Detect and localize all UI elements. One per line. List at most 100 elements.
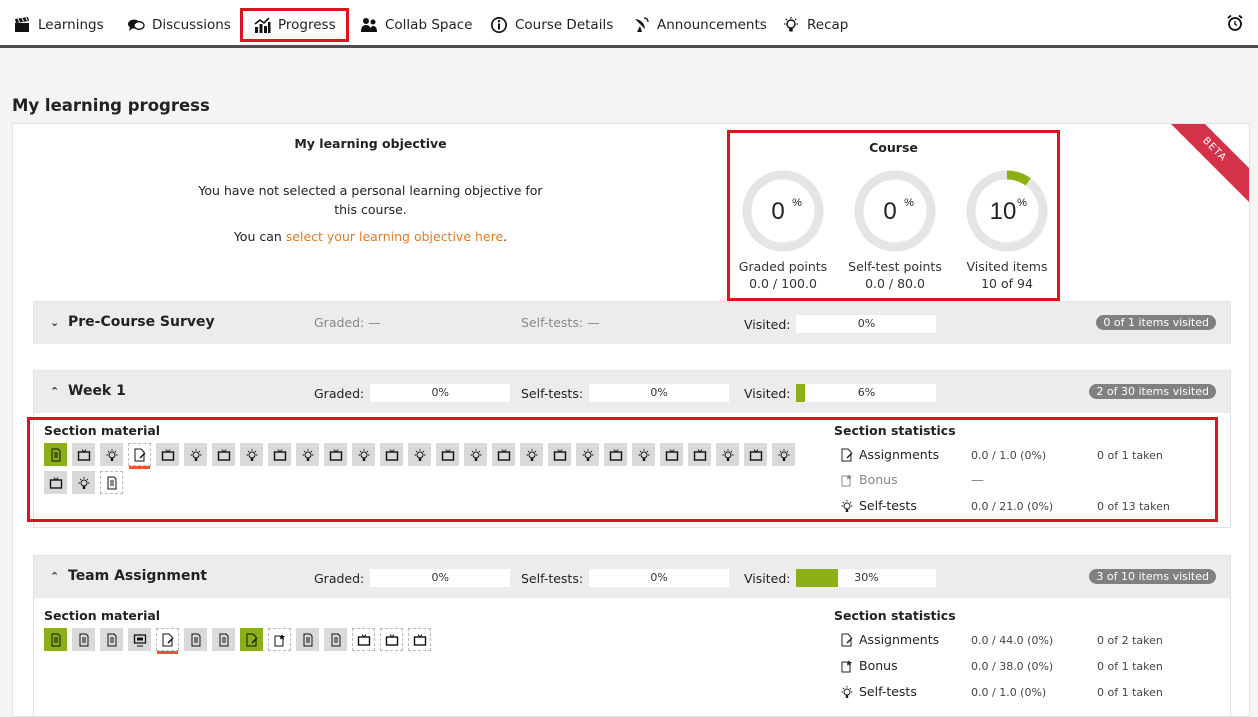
gauge-self-test-points: 0 % Self-test points 0.0 / 80.0	[839, 169, 951, 291]
bonus-item[interactable]	[268, 628, 291, 651]
assignment-item[interactable]	[156, 628, 179, 654]
document-item[interactable]	[44, 628, 67, 651]
prompt-suffix: .	[503, 229, 508, 244]
nav-label: Progress	[278, 17, 336, 33]
assignment-icon	[246, 633, 258, 646]
gauge-value: 10	[990, 198, 1017, 225]
beta-ribbon: BETA	[1159, 124, 1249, 205]
gauge-ring: 0 %	[742, 170, 824, 252]
nav-announcements[interactable]: Announcements	[622, 8, 777, 42]
nav-label: Announcements	[657, 17, 767, 33]
section-team-assignment: ⌃ Team Assignment Graded: 0% Self-tests: …	[33, 555, 1231, 716]
chat-bubbles-icon	[128, 19, 145, 31]
stat-taken: 0 of 1 taken	[1097, 660, 1163, 673]
satellite-dish-icon	[635, 17, 649, 32]
document-item[interactable]	[184, 628, 207, 651]
chevron-up-icon: ⌃	[50, 569, 60, 583]
assignment-icon	[841, 633, 853, 646]
graded-pct: 0%	[431, 386, 449, 399]
document-item[interactable]	[100, 628, 123, 651]
items-visited-badge: 0 of 1 items visited	[1096, 315, 1216, 330]
visited-stat: Visited: 0%	[744, 315, 937, 333]
stat-value: 0.0 / 44.0 (0%)	[971, 634, 1054, 647]
graded-label: Graded:	[314, 385, 365, 401]
self-tests-stat: Self-tests: 0%	[521, 569, 730, 587]
visited-pct: 0%	[857, 317, 876, 330]
objective-message: You have not selected a personal learnin…	[198, 183, 543, 217]
bonus-icon	[274, 633, 285, 646]
document-icon	[79, 633, 88, 646]
assignment-item[interactable]	[240, 628, 263, 651]
gauge-label: Visited items	[966, 259, 1048, 274]
gauge-unit: %	[1017, 197, 1027, 209]
gauge-sub: 10 of 94	[981, 276, 1033, 291]
section-header[interactable]: ⌃ Week 1 Graded: 0% Self-tests: 0% Visite…	[34, 371, 1230, 413]
stat-row-assignments: Assignments	[840, 632, 939, 647]
top-navigation: Learnings Discussions Progress Collab Sp…	[0, 0, 1258, 48]
stat-taken: 0 of 2 taken	[1097, 634, 1163, 647]
nav-label: Course Details	[515, 17, 614, 33]
section-title-text: Pre-Course Survey	[68, 314, 215, 330]
presentation-icon	[133, 633, 146, 646]
self-tests-bar: 0%	[589, 569, 730, 587]
nav-progress[interactable]: Progress	[240, 8, 349, 42]
gauge-unit: %	[792, 197, 802, 209]
people-icon	[361, 18, 377, 32]
graded-bar: 0%	[370, 384, 511, 402]
nav-course-details[interactable]: Course Details	[480, 8, 623, 42]
lightbulb-icon	[784, 17, 798, 32]
section-header[interactable]: ⌄ Pre-Course Survey Graded: — Self-tests:…	[34, 302, 1230, 344]
chevron-up-icon: ⌃	[50, 384, 60, 398]
graded-stat: Graded: 0%	[314, 569, 511, 587]
nav-label: Learnings	[38, 17, 104, 33]
page-title: My learning progress	[12, 96, 210, 115]
graded-label: Graded: —	[314, 315, 381, 330]
graded-pct: 0%	[431, 571, 449, 584]
document-item[interactable]	[324, 628, 347, 651]
self-tests-pct: 0%	[650, 571, 668, 584]
section-title[interactable]: ⌃ Week 1	[50, 383, 126, 399]
section-title[interactable]: ⌄ Pre-Course Survey	[50, 314, 215, 330]
visited-stat: Visited: 30%	[744, 569, 937, 587]
lightbulb-icon	[841, 685, 853, 698]
nav-discussions[interactable]: Discussions	[117, 8, 241, 42]
document-item[interactable]	[296, 628, 319, 651]
alarm-clock-icon	[1227, 14, 1243, 31]
visited-pct: 30%	[854, 571, 879, 584]
info-icon	[491, 17, 507, 33]
nav-collab-space[interactable]: Collab Space	[350, 8, 482, 42]
select-objective-link[interactable]: select your learning objective here	[286, 229, 503, 244]
document-icon	[219, 633, 228, 646]
document-item[interactable]	[72, 628, 95, 651]
video-icon	[385, 633, 398, 646]
visited-bar: 0%	[796, 315, 937, 333]
gauge-ring: 0 %	[854, 170, 936, 252]
self-tests-label: Self-tests:	[521, 570, 584, 586]
section-title[interactable]: ⌃ Team Assignment	[50, 568, 207, 584]
document-icon	[51, 633, 60, 646]
presentation-item[interactable]	[128, 628, 151, 651]
document-item[interactable]	[212, 628, 235, 651]
course-summary: Course 0 % Graded points 0.0 / 100.0 0 %…	[727, 130, 1060, 301]
gauge-label: Self-test points	[848, 259, 942, 274]
gauge-graded-points: 0 % Graded points 0.0 / 100.0	[727, 169, 839, 291]
visited-pct: 6%	[857, 386, 876, 399]
section-header[interactable]: ⌃ Team Assignment Graded: 0% Self-tests: …	[34, 556, 1230, 598]
video-item[interactable]	[408, 628, 431, 651]
section-pre-course-survey: ⌄ Pre-Course Survey Graded: — Self-tests:…	[33, 301, 1231, 344]
video-icon	[357, 633, 370, 646]
nav-recap[interactable]: Recap	[772, 8, 858, 42]
gauge-value: 0	[883, 198, 896, 225]
objective-heading: My learning objective	[294, 136, 447, 151]
nav-label: Discussions	[152, 17, 231, 33]
nav-learnings[interactable]: Learnings	[3, 8, 114, 42]
stat-taken: 0 of 1 taken	[1097, 686, 1163, 699]
gauge-value: 0	[771, 198, 784, 225]
visited-bar: 6%	[796, 384, 937, 402]
gauge-unit: %	[904, 197, 914, 209]
video-item[interactable]	[380, 628, 403, 651]
alarm-button[interactable]	[1226, 14, 1244, 36]
graded-label: Graded:	[314, 570, 365, 586]
video-item[interactable]	[352, 628, 375, 651]
learning-objective: My learning objective You have not selec…	[193, 136, 548, 254]
